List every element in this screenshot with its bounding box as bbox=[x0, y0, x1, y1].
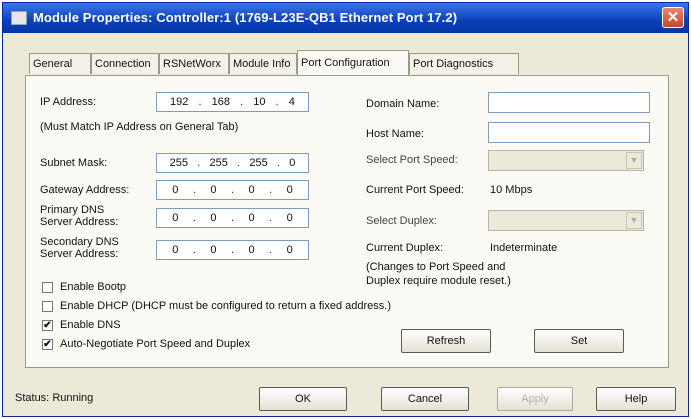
secondary-dns-label-line2: Server Address: bbox=[40, 248, 119, 260]
reset-note: (Changes to Port Speed and Duplex requir… bbox=[366, 260, 511, 288]
select-port-speed-label: Select Port Speed: bbox=[366, 154, 458, 166]
dns1-octet-1: 0 bbox=[172, 212, 179, 224]
window-title: Module Properties: Controller:1 (1769-L2… bbox=[33, 10, 458, 25]
dns2-octet-1: 0 bbox=[172, 244, 179, 256]
tab-connection[interactable]: Connection bbox=[91, 53, 159, 74]
ok-button[interactable]: OK bbox=[259, 387, 347, 411]
tab-rsnetworx[interactable]: RSNetWorx bbox=[159, 53, 229, 74]
enable-dhcp-label: Enable DHCP (DHCP must be configured to … bbox=[60, 300, 391, 312]
primary-dns-field[interactable]: 0. 0. 0. 0 bbox=[156, 208, 309, 228]
domain-name-label: Domain Name: bbox=[366, 98, 440, 110]
gateway-octet-3: 0 bbox=[248, 184, 255, 196]
refresh-button[interactable]: Refresh bbox=[401, 329, 491, 353]
enable-dns-checkbox[interactable]: ✔ bbox=[42, 320, 53, 331]
ip-address-field[interactable]: 192. 168. 10. 4 bbox=[156, 92, 309, 112]
module-properties-dialog: Module Properties: Controller:1 (1769-L2… bbox=[2, 2, 689, 417]
set-button[interactable]: Set bbox=[534, 329, 624, 353]
auto-negotiate-label: Auto-Negotiate Port Speed and Duplex bbox=[60, 338, 251, 350]
chevron-down-icon: ▼ bbox=[626, 152, 642, 169]
help-button[interactable]: Help bbox=[596, 387, 676, 411]
port-speed-select[interactable]: ▼ bbox=[488, 150, 644, 171]
secondary-dns-label: Secondary DNS Server Address: bbox=[40, 236, 119, 260]
cancel-button[interactable]: Cancel bbox=[381, 387, 469, 411]
status-bar: Status: Running bbox=[15, 392, 93, 404]
enable-dns-label: Enable DNS bbox=[60, 319, 121, 331]
status-value: Running bbox=[52, 392, 94, 404]
dns1-octet-4: 0 bbox=[286, 212, 293, 224]
ip-address-label: IP Address: bbox=[40, 96, 97, 108]
enable-dhcp-checkbox[interactable] bbox=[42, 301, 53, 312]
subnet-octet-3: 255 bbox=[249, 157, 268, 169]
gateway-octet-4: 0 bbox=[286, 184, 293, 196]
domain-name-input[interactable] bbox=[488, 92, 650, 113]
dns2-octet-4: 0 bbox=[286, 244, 293, 256]
host-name-label: Host Name: bbox=[366, 128, 425, 140]
gateway-address-field[interactable]: 0. 0. 0. 0 bbox=[156, 180, 309, 200]
tab-port-configuration[interactable]: Port Configuration bbox=[297, 50, 409, 75]
status-label: Status: bbox=[15, 392, 50, 404]
select-duplex-label: Select Duplex: bbox=[366, 215, 437, 227]
enable-bootp-checkbox[interactable] bbox=[42, 282, 53, 293]
tab-module-info[interactable]: Module Info bbox=[229, 53, 297, 74]
primary-dns-label: Primary DNS Server Address: bbox=[40, 204, 118, 228]
tab-general[interactable]: General bbox=[29, 53, 91, 74]
primary-dns-label-line1: Primary DNS bbox=[40, 204, 105, 216]
secondary-dns-label-line1: Secondary DNS bbox=[40, 236, 119, 248]
auto-negotiate-checkbox[interactable]: ✔ bbox=[42, 339, 53, 350]
subnet-octet-1: 255 bbox=[169, 157, 188, 169]
close-button[interactable]: ✕ bbox=[662, 7, 684, 28]
subnet-octet-2: 255 bbox=[209, 157, 228, 169]
gateway-octet-2: 0 bbox=[210, 184, 217, 196]
current-duplex-value: Indeterminate bbox=[490, 242, 558, 254]
primary-dns-label-line2: Server Address: bbox=[40, 216, 119, 228]
enable-bootp-label: Enable Bootp bbox=[60, 281, 127, 293]
reset-note-line1: (Changes to Port Speed and bbox=[366, 261, 506, 273]
ip-octet-3: 10 bbox=[253, 96, 266, 108]
reset-note-line2: Duplex require module reset.) bbox=[366, 275, 511, 287]
ip-octet-2: 168 bbox=[211, 96, 231, 108]
ip-octet-4: 4 bbox=[288, 96, 295, 108]
chevron-down-icon: ▼ bbox=[626, 212, 642, 229]
dns1-octet-2: 0 bbox=[210, 212, 217, 224]
enable-dhcp-text: Enable DHCP bbox=[60, 300, 129, 312]
ip-note: (Must Match IP Address on General Tab) bbox=[40, 121, 239, 133]
subnet-octet-4: 0 bbox=[289, 157, 296, 169]
ip-octet-1: 192 bbox=[170, 96, 189, 108]
gateway-address-label: Gateway Address: bbox=[40, 184, 130, 196]
close-icon: ✕ bbox=[666, 9, 680, 26]
window-icon bbox=[11, 11, 27, 25]
port-configuration-panel: IP Address: 192. 168. 10. 4 (Must Match … bbox=[25, 75, 669, 368]
duplex-select[interactable]: ▼ bbox=[488, 210, 644, 231]
dns1-octet-3: 0 bbox=[248, 212, 255, 224]
dns2-octet-3: 0 bbox=[248, 244, 255, 256]
current-duplex-label: Current Duplex: bbox=[366, 242, 444, 254]
title-bar[interactable]: Module Properties: Controller:1 (1769-L2… bbox=[3, 3, 688, 33]
tab-port-diagnostics[interactable]: Port Diagnostics bbox=[409, 53, 519, 74]
subnet-mask-label: Subnet Mask: bbox=[40, 157, 108, 169]
secondary-dns-field[interactable]: 0. 0. 0. 0 bbox=[156, 240, 309, 260]
gateway-octet-1: 0 bbox=[172, 184, 179, 196]
dns2-octet-2: 0 bbox=[210, 244, 217, 256]
dhcp-note: (DHCP must be configured to return a fix… bbox=[131, 300, 391, 312]
current-port-speed-value: 10 Mbps bbox=[490, 184, 533, 196]
apply-button[interactable]: Apply bbox=[497, 387, 573, 411]
subnet-mask-field[interactable]: 255. 255. 255. 0 bbox=[156, 153, 309, 173]
host-name-input[interactable] bbox=[488, 122, 650, 143]
current-port-speed-label: Current Port Speed: bbox=[366, 184, 464, 196]
